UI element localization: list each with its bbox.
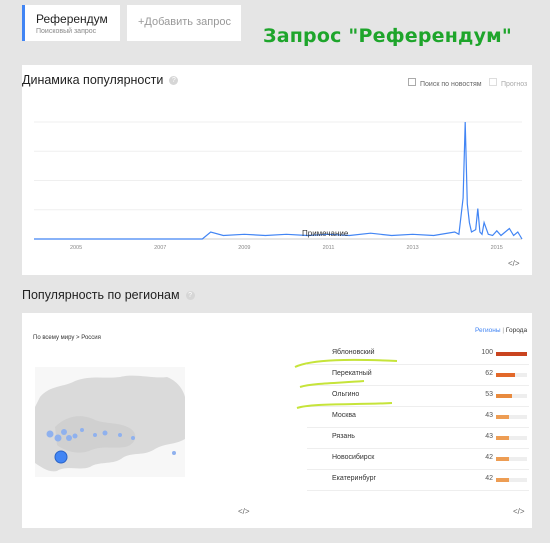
region-value: 53 [485, 391, 493, 398]
checkbox-icon[interactable] [489, 77, 497, 86]
region-bar-track [496, 394, 527, 398]
region-bar-fill [496, 457, 510, 461]
map-bubble[interactable] [54, 434, 62, 442]
region-bar-track [496, 352, 527, 356]
green-underline-annotations [294, 358, 398, 409]
chart-embed-button[interactable]: </> [508, 259, 520, 268]
region-name: Рязань [332, 433, 355, 440]
help-icon[interactable]: ? [169, 76, 179, 86]
region-row[interactable]: Новосибирск 42 [307, 449, 529, 470]
region-name: Новосибирск [332, 454, 375, 461]
search-term-card[interactable]: Референдум Поисковый запрос [22, 5, 120, 41]
region-bar-fill [496, 478, 510, 482]
forecast-label: Прогноз [501, 81, 528, 88]
tab-separator: | [502, 327, 505, 334]
region-bar-track [496, 415, 527, 419]
region-bar-track [496, 436, 527, 440]
region-value: 43 [485, 412, 493, 419]
x-tick-label: 2015 [491, 245, 503, 251]
x-axis-ticks: 2005 2007 2009 2011 2013 2015 [70, 245, 503, 251]
region-city-toggle: Регионы | Города [475, 327, 527, 334]
add-term-button[interactable]: +Добавить запрос [127, 5, 241, 41]
interest-line-chart: 2005 2007 2009 2011 2013 2015 [34, 121, 523, 251]
checkbox-icon[interactable] [408, 77, 416, 86]
map-bubble[interactable] [72, 433, 78, 439]
interest-by-region-panel: По всему миру > Россия Регионы | Города … [22, 313, 532, 528]
region-bar-fill [496, 415, 510, 419]
map-bubble[interactable] [131, 436, 135, 440]
x-tick-label: 2007 [154, 245, 166, 251]
region-bar-track [496, 373, 527, 377]
region-bar-track [496, 478, 527, 482]
region-row[interactable]: Рязань 43 [307, 428, 529, 449]
forecast-checkbox[interactable]: Прогноз [489, 73, 527, 91]
region-bar-fill [496, 436, 510, 440]
page-headline: Запрос "Референдум" [263, 25, 513, 47]
region-bar-track [496, 457, 527, 461]
news-headlines-checkbox[interactable]: Поиск по новостям [408, 73, 482, 91]
map-bubble[interactable] [172, 451, 176, 455]
search-term-type: Поисковый запрос [36, 28, 97, 35]
region-title-bar: Популярность по регионам? [22, 280, 532, 310]
region-value: 62 [485, 370, 493, 377]
map-embed-button[interactable]: </> [238, 507, 250, 516]
region-value: 43 [485, 433, 493, 440]
x-tick-label: 2011 [323, 245, 335, 251]
search-term-title: Референдум [36, 12, 108, 26]
region-bar-fill [496, 394, 513, 398]
x-tick-label: 2013 [406, 245, 418, 251]
map-bubble[interactable] [66, 435, 72, 441]
region-value: 42 [485, 454, 493, 461]
map-bubble[interactable] [80, 428, 84, 432]
tab-cities[interactable]: Города [506, 327, 527, 334]
help-icon[interactable]: ? [185, 291, 195, 301]
map-bubble[interactable] [46, 430, 54, 438]
breadcrumb[interactable]: По всему миру > Россия [33, 335, 101, 341]
region-embed-button[interactable]: </> [513, 507, 525, 516]
map-bubble[interactable] [93, 433, 97, 437]
x-tick-label: 2005 [70, 245, 82, 251]
region-name: Екатеринбург [332, 475, 377, 482]
region-map[interactable] [35, 367, 185, 477]
interest-over-time-title: Динамика популярности? [22, 73, 179, 87]
region-value: 100 [481, 349, 493, 356]
map-bubble[interactable] [102, 430, 108, 436]
news-headlines-label: Поиск по новостям [420, 81, 482, 88]
tab-regions[interactable]: Регионы [475, 327, 501, 334]
region-bar-fill [496, 373, 516, 377]
map-bubble[interactable] [54, 450, 68, 464]
region-value: 42 [485, 475, 493, 482]
map-bubble[interactable] [118, 433, 122, 437]
chart-note-label[interactable]: Примечание [302, 229, 348, 238]
interest-over-time-title-text: Динамика популярности [22, 73, 164, 87]
chart-grid [34, 121, 522, 240]
region-row[interactable]: Екатеринбург 42 [307, 470, 529, 491]
x-tick-label: 2009 [238, 245, 250, 251]
region-section-title: Популярность по регионам? [22, 288, 195, 302]
region-bar-fill [496, 352, 527, 356]
region-section-title-text: Популярность по регионам [22, 288, 180, 302]
map-bubble[interactable] [61, 429, 67, 435]
